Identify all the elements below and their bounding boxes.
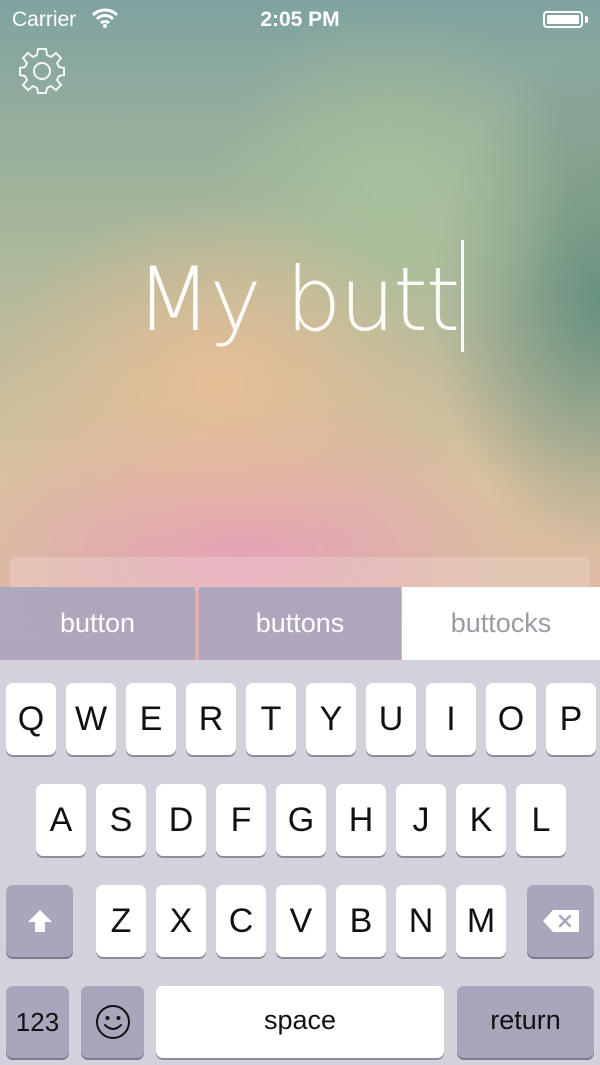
key-label: Z: [110, 902, 132, 940]
key-n[interactable]: N: [396, 885, 446, 957]
typed-text-container: My butt: [136, 240, 465, 360]
key-f[interactable]: F: [216, 784, 266, 856]
key-label: R: [198, 700, 224, 738]
suggestion-buttocks[interactable]: buttocks: [402, 587, 600, 660]
key-e[interactable]: E: [126, 683, 176, 755]
numbers-key[interactable]: 123: [6, 986, 69, 1058]
key-label: K: [469, 801, 493, 839]
key-label: T: [260, 700, 282, 738]
battery-tip: [585, 16, 588, 23]
key-w[interactable]: W: [66, 683, 116, 755]
key-label: Q: [17, 700, 45, 738]
key-s[interactable]: S: [96, 784, 146, 856]
key-a[interactable]: A: [36, 784, 86, 856]
key-h[interactable]: H: [336, 784, 386, 856]
text-caret: [461, 240, 465, 352]
backspace-key[interactable]: [527, 885, 594, 957]
key-j[interactable]: J: [396, 784, 446, 856]
key-label: E: [139, 700, 163, 738]
input-strip: [10, 557, 590, 591]
key-x[interactable]: X: [156, 885, 206, 957]
gear-icon[interactable]: [16, 45, 68, 97]
status-bar: Carrier 2:05 PM: [0, 0, 600, 40]
key-label: A: [49, 801, 73, 839]
suggestion-button[interactable]: button: [0, 587, 195, 660]
key-g[interactable]: G: [276, 784, 326, 856]
key-label: X: [169, 902, 193, 940]
key-label: return: [490, 1005, 561, 1035]
key-label: G: [287, 801, 315, 839]
key-label: space: [263, 1005, 337, 1035]
key-label: C: [228, 902, 254, 940]
shift-icon: [27, 910, 52, 932]
key-label: D: [168, 801, 194, 839]
typed-text: My butt: [135, 248, 461, 351]
key-label: J: [412, 801, 430, 839]
key-label: L: [531, 801, 551, 839]
key-label: P: [559, 700, 583, 738]
key-label: B: [349, 902, 373, 940]
key-t[interactable]: T: [246, 683, 296, 755]
key-label: U: [378, 700, 404, 738]
text-editor[interactable]: My butt: [0, 240, 600, 360]
key-c[interactable]: C: [216, 885, 266, 957]
key-label: W: [74, 700, 108, 738]
key-u[interactable]: U: [366, 683, 416, 755]
key-label: V: [289, 902, 313, 940]
key-z[interactable]: Z: [96, 885, 146, 957]
key-label: O: [497, 700, 525, 738]
key-label: F: [230, 801, 252, 839]
key-k[interactable]: K: [456, 784, 506, 856]
key-m[interactable]: M: [456, 885, 506, 957]
key-l[interactable]: L: [516, 784, 566, 856]
key-y[interactable]: Y: [306, 683, 356, 755]
key-q[interactable]: Q: [6, 683, 56, 755]
clock: 2:05 PM: [260, 8, 340, 31]
key-label: M: [466, 902, 496, 940]
battery-icon: [543, 11, 583, 28]
key-o[interactable]: O: [486, 683, 536, 755]
space-key[interactable]: space: [156, 986, 444, 1058]
key-r[interactable]: R: [186, 683, 236, 755]
emoji-key[interactable]: [81, 986, 144, 1058]
key-b[interactable]: B: [336, 885, 386, 957]
key-label: H: [348, 801, 374, 839]
key-p[interactable]: P: [546, 683, 596, 755]
key-label: S: [109, 801, 133, 839]
predictive-bar: button buttons buttocks: [0, 587, 600, 660]
key-i[interactable]: I: [426, 683, 476, 755]
key-label: I: [446, 700, 456, 738]
suggestion-buttons[interactable]: buttons: [199, 587, 401, 660]
key-label: Y: [319, 700, 343, 738]
return-key[interactable]: return: [457, 986, 594, 1058]
key-label: 123: [15, 1007, 60, 1037]
key-v[interactable]: V: [276, 885, 326, 957]
keyboard: Q W E R T Y U I O P A S D F G H J K L Z …: [0, 660, 600, 1065]
emoji-icon: [95, 1005, 130, 1039]
key-d[interactable]: D: [156, 784, 206, 856]
backspace-icon: [542, 910, 579, 932]
shift-key[interactable]: [6, 885, 73, 957]
key-label: N: [408, 902, 434, 940]
